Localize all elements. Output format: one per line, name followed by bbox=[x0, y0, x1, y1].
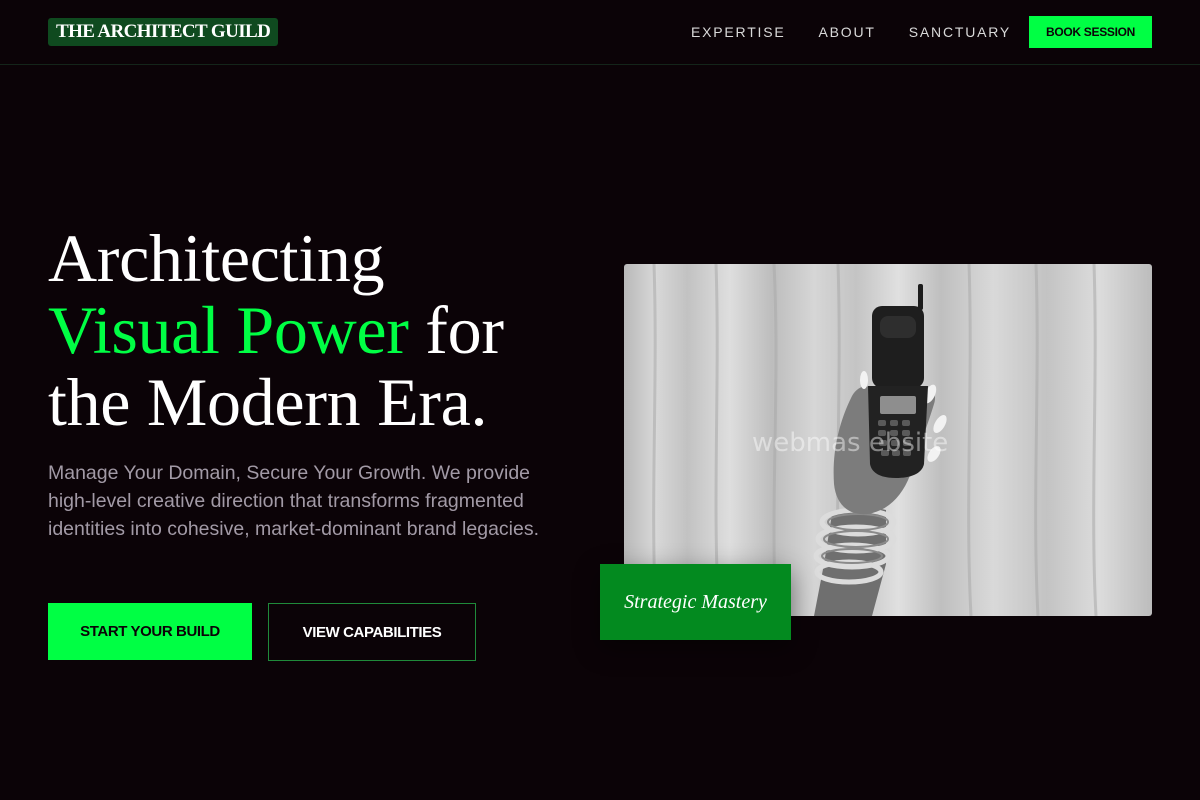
hero-title-line3: the Modern Era. bbox=[48, 364, 488, 440]
brand-logo[interactable]: THE ARCHITECT GUILD bbox=[48, 18, 279, 46]
start-build-button[interactable]: START YOUR BUILD bbox=[48, 603, 252, 660]
nav-link-about[interactable]: ABOUT bbox=[819, 24, 876, 40]
image-watermark: webmas ebsite bbox=[752, 428, 949, 458]
main-nav: EXPERTISE ABOUT SANCTUARY bbox=[691, 23, 1011, 41]
hero-title-accent: Visual Power bbox=[48, 292, 409, 368]
hero-title-after-accent: for bbox=[408, 292, 504, 368]
top-nav-bar: THE ARCHITECT GUILD EXPERTISE ABOUT SANC… bbox=[0, 0, 1200, 65]
hero-description: Manage Your Domain, Secure Your Growth. … bbox=[48, 462, 540, 540]
hero-title-line1: Architecting bbox=[48, 220, 385, 296]
hero-title: Architecting Visual Power for the Modern… bbox=[48, 222, 608, 438]
strategic-mastery-badge: Strategic Mastery bbox=[600, 564, 791, 640]
nav-link-expertise[interactable]: EXPERTISE bbox=[691, 24, 786, 40]
nav-link-sanctuary[interactable]: SANCTUARY bbox=[909, 24, 1011, 40]
book-session-button[interactable]: BOOK SESSION bbox=[1029, 16, 1152, 48]
view-capabilities-button[interactable]: VIEW CAPABILITIES bbox=[268, 603, 476, 661]
